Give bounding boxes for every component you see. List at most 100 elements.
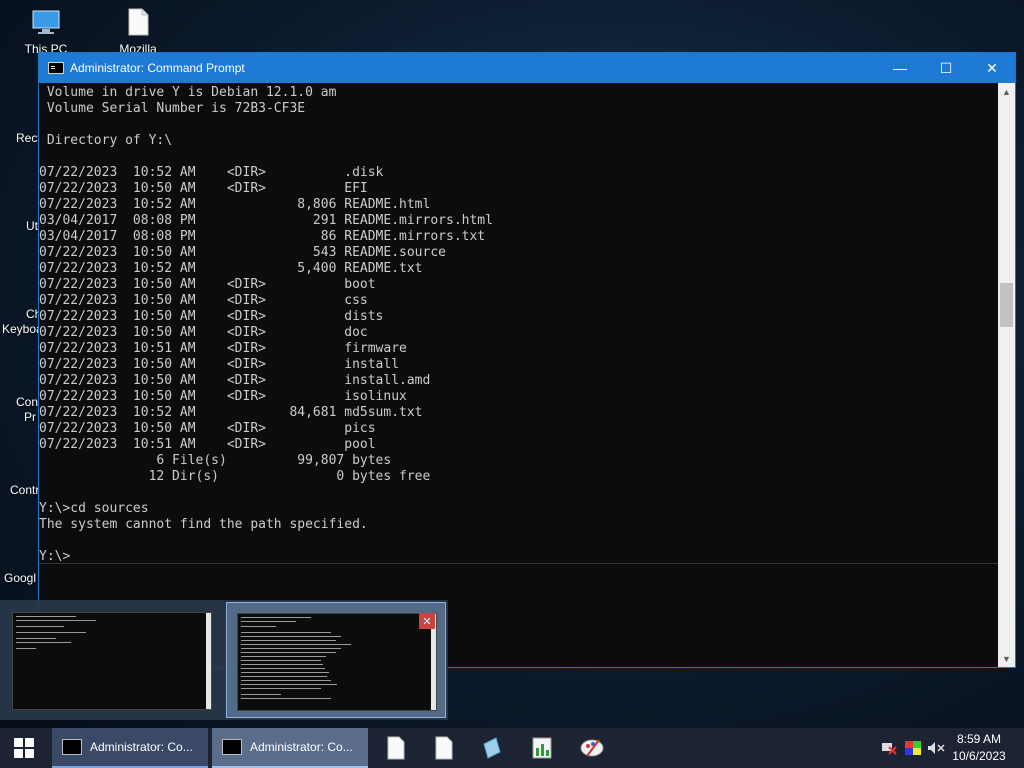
thumbnail-text-line xyxy=(241,694,281,695)
desktop-label-keyboard[interactable]: Keyboa xyxy=(2,322,43,336)
thumbnail-text-line xyxy=(241,636,341,637)
console-line: 07/22/2023 10:52 AM 5,400 README.txt xyxy=(39,261,423,276)
thumbnail-text-line xyxy=(241,664,323,665)
console-line: Volume Serial Number is 72B3-CF3E xyxy=(39,101,306,116)
notepad-icon xyxy=(483,737,501,759)
console-line: 07/22/2023 10:50 AM <DIR> dists xyxy=(39,309,384,324)
thumbnail-text-line xyxy=(16,616,76,617)
window-titlebar[interactable]: Administrator: Command Prompt — ☐ ✕ xyxy=(39,53,1015,83)
thumbnail-text-line xyxy=(241,621,296,622)
thumbnail-text-line xyxy=(241,684,337,685)
thumbnail-close-button[interactable]: ✕ xyxy=(419,613,435,629)
command-prompt-window[interactable]: Administrator: Command Prompt — ☐ ✕ Volu… xyxy=(38,52,1016,668)
console-line: 07/22/2023 10:51 AM <DIR> firmware xyxy=(39,341,407,356)
pinned-notepad[interactable] xyxy=(478,734,506,762)
minimize-button[interactable]: — xyxy=(877,53,923,83)
thumbnail-text-line xyxy=(241,698,331,699)
thumbnail-text-line xyxy=(241,652,336,653)
pinned-spreadsheet[interactable] xyxy=(528,734,556,762)
thumbnail-text-line xyxy=(241,656,326,657)
console-line: The system cannot find the path specifie… xyxy=(39,517,368,532)
console-line: 07/22/2023 10:50 AM <DIR> install.amd xyxy=(39,373,431,388)
network-icon xyxy=(882,743,897,755)
console-line: 07/22/2023 10:50 AM 543 README.source xyxy=(39,245,446,260)
tray-network[interactable] xyxy=(880,728,898,768)
console-line: 07/22/2023 10:50 AM <DIR> isolinux xyxy=(39,389,407,404)
pinned-document-2[interactable] xyxy=(430,734,458,762)
thumbnail-text-line xyxy=(241,644,351,645)
taskbar-item-command-prompt-1[interactable]: Administrator: Co... xyxy=(52,728,208,768)
taskbar-thumbnail-previews: ✕ xyxy=(0,600,448,720)
maximize-button[interactable]: ☐ xyxy=(923,53,969,83)
paint-icon xyxy=(580,739,604,757)
vertical-scrollbar[interactable]: ▲ ▼ xyxy=(998,83,1015,667)
console-line: 07/22/2023 10:52 AM 8,806 README.html xyxy=(39,197,431,212)
close-button[interactable]: ✕ xyxy=(969,53,1015,83)
desktop-icon-this-pc[interactable]: This PC xyxy=(8,6,84,56)
desktop-label-control[interactable]: Contr xyxy=(10,483,39,497)
thumbnail-preview-2[interactable]: ✕ xyxy=(226,602,446,718)
console-line: 03/04/2017 08:08 PM 291 README.mirrors.h… xyxy=(39,213,493,228)
console-line: 07/22/2023 10:51 AM <DIR> pool xyxy=(39,437,376,452)
document-icon xyxy=(122,6,154,38)
start-button[interactable] xyxy=(0,728,48,768)
thumbnail-scrollbar xyxy=(206,613,211,709)
cmd-icon xyxy=(222,739,242,755)
console-line: 6 File(s) 99,807 bytes xyxy=(39,453,392,468)
console-line: Y:\> xyxy=(39,549,71,563)
thumbnail-text-line xyxy=(241,672,329,673)
taskbar-clock[interactable]: 8:59 AM 10/6/2023 xyxy=(944,731,1014,765)
taskbar-item-label: Administrator: Co... xyxy=(250,740,353,754)
console-line: 07/22/2023 10:50 AM <DIR> boot xyxy=(39,277,376,292)
clock-time: 8:59 AM xyxy=(956,732,1002,746)
thumbnail-text-line xyxy=(16,648,36,649)
console-line: 07/22/2023 10:50 AM <DIR> EFI xyxy=(39,181,368,196)
desktop-label-prompt[interactable]: Pr xyxy=(24,410,36,424)
thumbnail-text-line xyxy=(241,680,331,681)
this-pc-icon xyxy=(30,6,62,38)
console-output[interactable]: Volume in drive Y is Debian 12.1.0 am Vo… xyxy=(39,83,999,563)
document-icon xyxy=(435,736,453,760)
thumbnail-window-image xyxy=(237,613,437,711)
taskbar-item-command-prompt-2[interactable]: Administrator: Co... xyxy=(212,728,368,768)
pinned-paint[interactable] xyxy=(578,734,606,762)
tray-color[interactable] xyxy=(904,728,922,768)
thumbnail-preview-1[interactable] xyxy=(2,602,222,718)
console-line: Directory of Y:\ xyxy=(39,133,173,148)
thumbnail-text-line xyxy=(241,648,341,649)
thumbnail-text-line xyxy=(241,660,321,661)
desktop-label-google[interactable]: Googl xyxy=(4,571,36,585)
console-line: Y:\>cd sources xyxy=(39,501,149,516)
console-line: 07/22/2023 10:50 AM <DIR> doc xyxy=(39,325,368,340)
console-line: 03/04/2017 08:08 PM 86 README.mirrors.tx… xyxy=(39,229,486,244)
spreadsheet-icon xyxy=(532,737,552,759)
thumbnail-text-line xyxy=(241,626,276,627)
thumbnail-text-line xyxy=(16,638,56,639)
scroll-thumb[interactable] xyxy=(1000,283,1013,327)
cmd-icon xyxy=(48,62,64,74)
thumbnail-text-line xyxy=(16,632,86,633)
thumbnail-text-line xyxy=(16,642,71,643)
scroll-down-arrow-icon[interactable]: ▼ xyxy=(998,650,1015,667)
cmd-icon xyxy=(62,739,82,755)
document-icon xyxy=(387,736,405,760)
thumbnail-text-line xyxy=(241,632,331,633)
tray-volume[interactable] xyxy=(926,728,946,768)
volume-muted-icon xyxy=(928,742,945,754)
console-line: 07/22/2023 10:50 AM <DIR> pics xyxy=(39,421,376,436)
console-divider xyxy=(39,563,999,564)
taskbar-item-label: Administrator: Co... xyxy=(90,740,193,754)
scroll-up-arrow-icon[interactable]: ▲ xyxy=(998,83,1015,100)
taskbar: Administrator: Co... Administrator: Co..… xyxy=(0,728,1024,768)
thumbnail-text-line xyxy=(16,620,96,621)
pinned-document-1[interactable] xyxy=(382,734,410,762)
console-line: 07/22/2023 10:52 AM <DIR> .disk xyxy=(39,165,384,180)
clock-date: 10/6/2023 xyxy=(952,749,1006,763)
thumbnail-text-line xyxy=(241,688,321,689)
thumbnail-text-line xyxy=(241,640,336,641)
desktop-label-console[interactable]: Con xyxy=(16,395,38,409)
